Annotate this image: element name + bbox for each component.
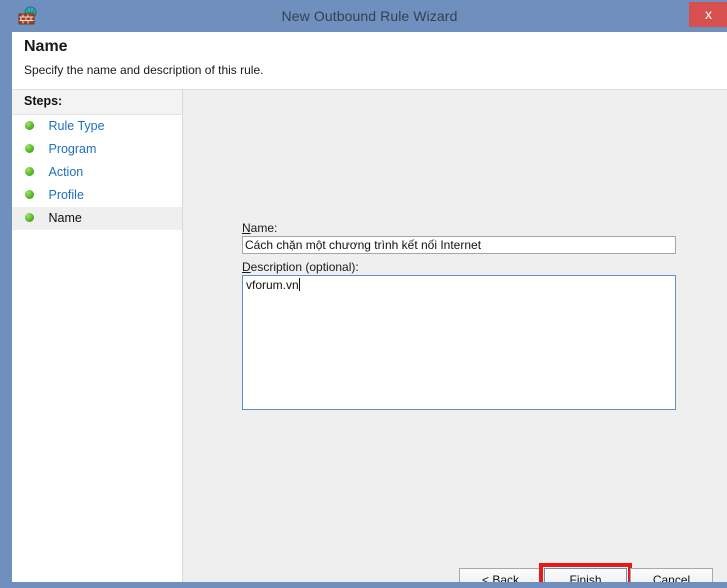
sidebar-item-label: Name [48,211,82,226]
description-value: vforum.vn [246,278,299,292]
description-text: vforum.vn [246,278,300,292]
sidebar-item-label: Action [48,165,84,180]
page-header: Name Specify the name and description of… [12,32,727,90]
steps-heading-label: Steps: [24,94,63,108]
description-label-rest: escription (optional): [250,260,359,274]
sidebar-item-profile[interactable]: Profile [12,184,182,207]
title-bar: New Outbound Rule Wizard x [6,0,727,32]
steps-heading: Steps: [12,90,182,115]
main-pane: Name: Description (optional): vforum.vn … [183,90,727,582]
sidebar-item-label: Profile [48,188,84,203]
sidebar-item-label: Rule Type [48,119,105,134]
step-bullet-icon [25,167,34,177]
client-area: Name Specify the name and description of… [12,32,727,582]
back-label-prefix: < [481,573,493,582]
window-title: New Outbound Rule Wizard [281,8,458,24]
step-bullet-icon [25,121,34,131]
sidebar-item-label: Program [48,142,97,157]
sidebar-item-program[interactable]: Program [12,138,182,161]
sidebar-item-rule-type[interactable]: Rule Type [12,115,182,138]
finish-label-rest: inish [576,573,602,582]
close-icon[interactable]: x [689,2,727,27]
wizard-window: New Outbound Rule Wizard x Name Specify … [0,0,727,588]
step-bullet-icon [25,144,34,154]
sidebar-item-action[interactable]: Action [12,161,182,184]
description-label-accesskey: D [242,260,251,274]
sidebar-item-name[interactable]: Name [12,207,182,230]
back-label-rest: ack [500,573,520,582]
step-bullet-icon [25,213,34,223]
name-label-rest: ame: [250,221,278,235]
back-button[interactable]: < Back [459,568,542,582]
steps-list: Rule Type Program Action Profile Name [12,115,182,230]
step-bullet-icon [25,190,34,200]
finish-label-accesskey: F [569,573,577,582]
name-input[interactable] [242,236,676,254]
text-caret [298,278,300,291]
steps-sidebar: Steps: Rule Type Program Action Profile [12,90,183,582]
page-subtitle: Specify the name and description of this… [24,63,264,77]
page-title: Name [24,38,68,55]
name-label-accesskey: N [242,221,251,235]
cancel-button[interactable]: Cancel [630,568,713,582]
description-field-label: Description (optional): [242,260,359,274]
name-field-label: Name: [242,221,277,235]
description-input[interactable]: vforum.vn [242,275,676,410]
finish-button[interactable]: Finish [544,568,627,582]
